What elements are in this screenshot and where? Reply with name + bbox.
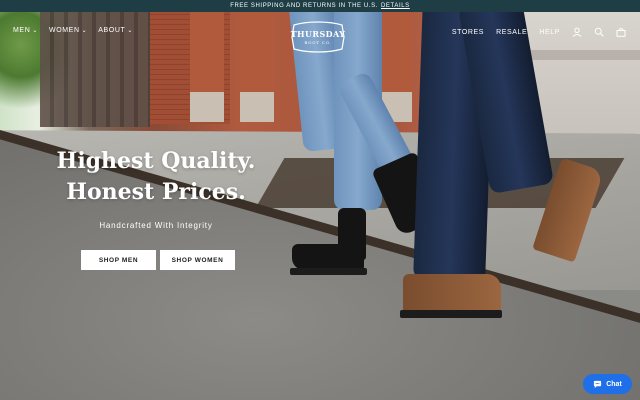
account-icon[interactable] — [572, 27, 582, 37]
shop-women-button[interactable]: SHOP WOMEN — [160, 250, 235, 270]
brand-logo[interactable]: THURSDAY BOOT CO. — [290, 20, 346, 54]
site-header: MEN ⌄ WOMEN ⌄ ABOUT ⌄ THURSDAY BOOT CO. … — [0, 12, 640, 54]
chat-bubble-icon — [594, 380, 602, 388]
brown-boot — [403, 274, 501, 314]
chat-button[interactable]: Chat — [583, 374, 632, 394]
announcement-bar: FREE SHIPPING AND RETURNS IN THE U.S. DE… — [0, 0, 640, 12]
chevron-down-icon: ⌄ — [127, 28, 134, 34]
nav-women[interactable]: WOMEN ⌄ — [49, 27, 87, 34]
logo-wordmark: THURSDAY — [290, 29, 346, 39]
nav-men[interactable]: MEN ⌄ — [13, 27, 38, 34]
announcement-details-link[interactable]: DETAILS — [381, 3, 410, 9]
boot-sole — [290, 268, 367, 275]
logo-subtitle: BOOT CO. — [304, 40, 332, 45]
nav-stores[interactable]: STORES — [452, 29, 484, 36]
boot-sole — [400, 310, 502, 318]
chevron-down-icon: ⌄ — [32, 28, 38, 34]
chevron-down-icon: ⌄ — [81, 28, 88, 34]
hero-headline: Highest Quality. Honest Prices. — [56, 148, 256, 205]
hero-subheading: Handcrafted With Integrity — [99, 221, 213, 230]
shop-men-button[interactable]: SHOP MEN — [81, 250, 156, 270]
nav-resale[interactable]: RESALE — [496, 29, 527, 36]
cart-icon[interactable] — [616, 27, 626, 37]
search-icon[interactable] — [594, 27, 604, 37]
announcement-text: FREE SHIPPING AND RETURNS IN THE U.S. — [230, 3, 378, 9]
nav-help[interactable]: HELP — [539, 29, 560, 36]
primary-nav: MEN ⌄ WOMEN ⌄ ABOUT ⌄ — [13, 27, 133, 34]
secondary-nav: STORES RESALE HELP — [452, 27, 626, 37]
nav-about[interactable]: ABOUT ⌄ — [98, 27, 133, 34]
black-boot — [292, 244, 364, 270]
chat-label: Chat — [606, 380, 622, 388]
